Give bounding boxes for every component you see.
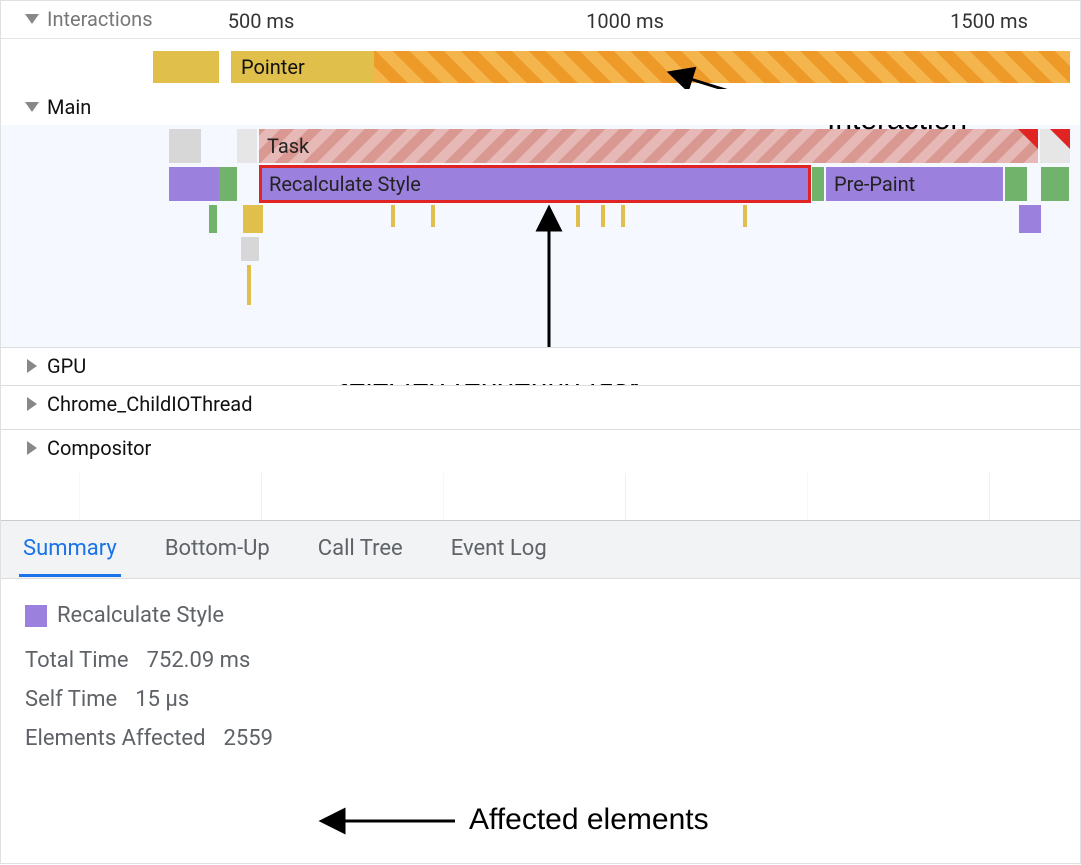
task-seg-small[interactable] xyxy=(237,129,257,163)
ruler-tick: 500 ms xyxy=(228,9,295,33)
gpu-track-header[interactable]: GPU xyxy=(1,347,1080,384)
long-task-marker-icon xyxy=(1050,129,1070,149)
details-tabs: Summary Bottom-Up Call Tree Event Log xyxy=(1,521,1080,579)
tab-call-tree[interactable]: Call Tree xyxy=(318,536,403,575)
total-time-value: 752.09 ms xyxy=(147,648,251,673)
compositor-track: Compositor xyxy=(1,429,1080,473)
recalc-label: Recalculate Style xyxy=(269,172,421,196)
interactions-track-header[interactable]: Interactions xyxy=(1,1,163,37)
long-task-marker-icon xyxy=(1018,129,1038,149)
purple-seg[interactable] xyxy=(1019,205,1041,233)
grey-seg-small[interactable] xyxy=(241,237,259,261)
caret-right-icon xyxy=(27,397,37,411)
main-label: Main xyxy=(47,95,91,119)
tab-event-log[interactable]: Event Log xyxy=(451,536,547,575)
main-track: Main Task Recalculate Style xyxy=(1,89,1080,347)
caret-right-icon xyxy=(27,359,37,373)
details-panel: Summary Bottom-Up Call Tree Event Log Re… xyxy=(1,520,1080,863)
childio-label: Chrome_ChildIOThread xyxy=(47,392,252,416)
green-seg[interactable] xyxy=(219,167,237,201)
childio-track: Chrome_ChildIOThread xyxy=(1,385,1080,429)
interactions-label: Interactions xyxy=(47,7,153,31)
yellow-tick xyxy=(743,205,747,227)
interactions-track: Pointer xyxy=(1,39,1080,89)
gpu-label: GPU xyxy=(47,354,86,378)
purple-seg[interactable] xyxy=(169,167,219,201)
time-ruler: Interactions 500 ms 1000 ms 1500 ms xyxy=(1,1,1080,39)
yellow-tick xyxy=(431,205,435,227)
caret-right-icon xyxy=(27,441,37,455)
prepaint-bar[interactable]: Pre-Paint xyxy=(826,167,1003,201)
compositor-label: Compositor xyxy=(47,436,151,460)
task-bar[interactable]: Task xyxy=(259,129,1038,163)
tab-bottom-up[interactable]: Bottom-Up xyxy=(165,536,270,575)
ruler-tick: 1500 ms xyxy=(950,9,1028,33)
task-seg-small[interactable] xyxy=(169,129,201,163)
pointer-bar-striped[interactable] xyxy=(374,51,1070,83)
childio-track-header[interactable]: Chrome_ChildIOThread xyxy=(1,385,1080,422)
yellow-tick xyxy=(621,205,625,227)
yellow-tick xyxy=(247,265,251,305)
elements-affected-label: Elements Affected xyxy=(25,726,205,751)
green-seg[interactable] xyxy=(1005,167,1027,201)
ruler-tick: 1000 ms xyxy=(586,9,664,33)
tab-summary[interactable]: Summary xyxy=(23,536,117,575)
caret-down-icon xyxy=(25,102,39,112)
pointer-bar[interactable]: Pointer xyxy=(231,51,374,83)
summary-title: Recalculate Style xyxy=(57,603,224,628)
yellow-tick xyxy=(576,205,580,227)
elements-affected-value: 2559 xyxy=(223,726,272,751)
green-seg[interactable] xyxy=(812,167,824,201)
yellow-tick xyxy=(601,205,605,227)
pointer-label: Pointer xyxy=(241,55,305,79)
yellow-tick xyxy=(391,205,395,227)
task-seg-end[interactable] xyxy=(1040,129,1070,163)
summary-color-swatch xyxy=(25,605,47,627)
self-time-label: Self Time xyxy=(25,687,117,712)
recalculate-style-bar[interactable]: Recalculate Style xyxy=(261,167,810,201)
pointer-start-segment[interactable] xyxy=(153,51,219,83)
caret-down-icon xyxy=(25,14,39,24)
self-time-value: 15 µs xyxy=(135,687,189,712)
task-label: Task xyxy=(267,134,309,158)
green-seg-thin[interactable] xyxy=(209,205,217,233)
total-time-label: Total Time xyxy=(25,648,129,673)
main-track-header[interactable]: Main xyxy=(1,89,1080,125)
green-seg[interactable] xyxy=(1041,167,1069,201)
gpu-track: GPU xyxy=(1,347,1080,385)
compositor-track-header[interactable]: Compositor xyxy=(1,429,1080,466)
prepaint-label: Pre-Paint xyxy=(834,172,915,196)
yellow-seg[interactable] xyxy=(243,205,263,233)
summary-body: Recalculate Style Total Time 752.09 ms S… xyxy=(1,579,1080,789)
